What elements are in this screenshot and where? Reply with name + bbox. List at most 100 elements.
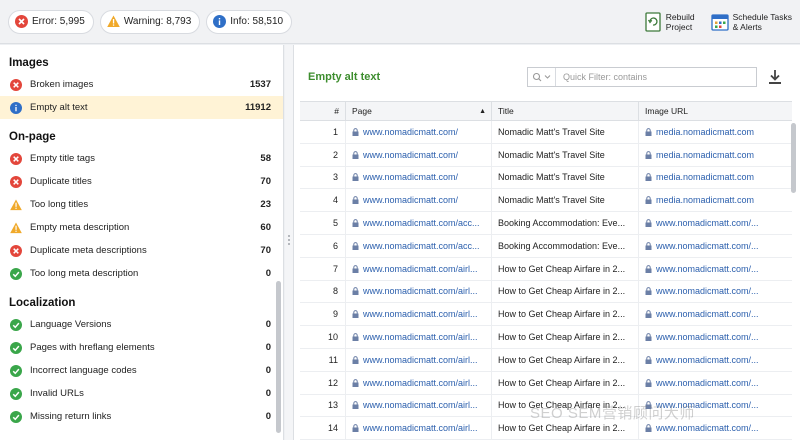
table-row[interactable]: 9 www.nomadicmatt.com/airl... How to Get C… <box>300 303 792 327</box>
image-url-text: media.nomadicmatt.com <box>656 172 755 183</box>
page-url-link[interactable]: www.nomadicmatt.com/ <box>346 189 492 212</box>
table-row[interactable]: 4 www.nomadicmatt.com/Nomadic Matt's Trav… <box>300 189 792 213</box>
page-url-link[interactable]: www.nomadicmatt.com/ <box>346 166 492 189</box>
table-row[interactable]: 7 www.nomadicmatt.com/airl... How to Get C… <box>300 257 792 281</box>
page-url-link[interactable]: www.nomadicmatt.com/ <box>346 143 492 166</box>
image-url-link[interactable]: www.nomadicmatt.com/... <box>639 349 792 371</box>
page-url-text: www.nomadicmatt.com/airl... <box>363 263 478 274</box>
page-url-link[interactable]: www.nomadicmatt.com/airl... <box>346 417 492 440</box>
table-scrollbar[interactable] <box>791 123 796 193</box>
table-header: # Page ▲ Title Image URL <box>300 101 792 121</box>
filter-search-icon[interactable] <box>528 68 556 86</box>
image-url-link[interactable]: media.nomadicmatt.com <box>639 189 792 211</box>
page-url-link[interactable]: www.nomadicmatt.com/airl... <box>346 280 492 303</box>
table-row[interactable]: 6 www.nomadicmatt.com/acc... Booking Accom… <box>300 234 792 258</box>
image-url-link[interactable]: www.nomadicmatt.com/... <box>639 235 792 257</box>
row-number: 13 <box>300 394 346 417</box>
sidebar-scrollbar[interactable] <box>276 281 281 433</box>
image-url-link[interactable]: www.nomadicmatt.com/... <box>639 372 792 394</box>
image-url-text: www.nomadicmatt.com/... <box>656 309 759 320</box>
page-url-link[interactable]: www.nomadicmatt.com/ <box>346 121 492 143</box>
page-url-link[interactable]: www.nomadicmatt.com/airl... <box>346 348 492 371</box>
sidebar-item-label: Duplicate titles <box>30 176 92 187</box>
quick-filter-input[interactable]: Quick Filter: contains <box>527 67 757 87</box>
ok-icon <box>10 318 22 331</box>
sidebar-item-count: 0 <box>265 365 271 376</box>
table-row[interactable]: 10 www.nomadicmatt.com/airl... How to Get … <box>300 326 792 349</box>
download-icon[interactable] <box>768 69 782 85</box>
sidebar-issue-item[interactable]: Language Versions 0 <box>0 313 283 336</box>
sidebar-issue-item[interactable]: Empty meta description 60 <box>0 216 283 239</box>
lock-icon <box>352 264 359 273</box>
image-url-text: www.nomadicmatt.com/... <box>656 263 759 274</box>
warning-icon <box>10 198 22 211</box>
page-url-link[interactable]: www.nomadicmatt.com/airl... <box>346 303 492 326</box>
page-url-link[interactable]: www.nomadicmatt.com/airl... <box>346 371 492 394</box>
rebuild-project-button[interactable]: Rebuild Project <box>644 12 695 32</box>
error-icon <box>10 175 22 188</box>
column-header-title[interactable]: Title <box>492 102 639 120</box>
sidebar-issue-item[interactable]: Duplicate meta descriptions 70 <box>0 239 283 262</box>
panel-splitter[interactable] <box>285 45 293 440</box>
row-number: 1 <box>300 121 346 143</box>
row-number: 3 <box>300 166 346 189</box>
column-header-num[interactable]: # <box>300 102 346 120</box>
image-url-link[interactable]: media.nomadicmatt.com <box>639 121 792 143</box>
sidebar-issue-item[interactable]: Broken images 1537 <box>0 73 283 96</box>
image-url-link[interactable]: www.nomadicmatt.com/... <box>639 212 792 234</box>
table-row[interactable]: 8 www.nomadicmatt.com/airl... How to Get C… <box>300 280 792 304</box>
page-title-text: Nomadic Matt's Travel Site <box>498 172 605 183</box>
table-row[interactable]: 1 www.nomadicmatt.com/Nomadic Matt's Trav… <box>300 121 792 144</box>
page-url-text: www.nomadicmatt.com/ <box>363 172 459 183</box>
image-url-link[interactable]: media.nomadicmatt.com <box>639 144 792 166</box>
sidebar-item-count: 0 <box>265 319 271 330</box>
sidebar-issue-item[interactable]: Empty alt text 11912 <box>0 96 283 119</box>
column-header-image-url[interactable]: Image URL <box>639 102 792 120</box>
schedule-tasks-button[interactable]: Schedule Tasks & Alerts <box>710 12 792 32</box>
image-url-link[interactable]: media.nomadicmatt.com <box>639 167 792 189</box>
top-toolbar: Error: 5,995 Warning: 8,793 Info: 58,510… <box>0 0 800 44</box>
sidebar-issue-item[interactable]: Too long meta description 0 <box>0 262 283 285</box>
column-header-page[interactable]: Page ▲ <box>346 102 492 120</box>
lock-icon <box>645 128 652 136</box>
sidebar-issue-item[interactable]: Pages with hreflang elements 0 <box>0 336 283 359</box>
image-url-link[interactable]: www.nomadicmatt.com/... <box>639 258 792 280</box>
table-row[interactable]: 2 www.nomadicmatt.com/Nomadic Matt's Trav… <box>300 143 792 167</box>
sidebar-issue-item[interactable]: Incorrect language codes 0 <box>0 359 283 382</box>
image-url-text: www.nomadicmatt.com/... <box>656 354 759 365</box>
warning-icon <box>10 221 22 234</box>
error-icon <box>10 152 22 165</box>
sidebar-issue-item[interactable]: Empty title tags 58 <box>0 147 283 170</box>
row-number: 5 <box>300 212 346 234</box>
page-url-link[interactable]: www.nomadicmatt.com/acc... <box>346 234 492 257</box>
page-url-link[interactable]: www.nomadicmatt.com/airl... <box>346 257 492 280</box>
page-url-link[interactable]: www.nomadicmatt.com/airl... <box>346 394 492 417</box>
table-row[interactable]: 12 www.nomadicmatt.com/airl... How to Get … <box>300 371 792 395</box>
page-url-link[interactable]: www.nomadicmatt.com/acc... <box>346 212 492 234</box>
row-number: 11 <box>300 348 346 371</box>
table-row[interactable]: 11 www.nomadicmatt.com/airl... How to Get … <box>300 348 792 372</box>
warning-count-pill[interactable]: Warning: 8,793 <box>99 9 201 34</box>
sidebar-issue-item[interactable]: Duplicate titles 70 <box>0 170 283 193</box>
page-url-link[interactable]: www.nomadicmatt.com/airl... <box>346 326 492 348</box>
sidebar-issue-item[interactable]: Missing return links 0 <box>0 405 283 428</box>
image-url-text: www.nomadicmatt.com/... <box>656 377 759 388</box>
section-title: On-page <box>9 131 56 143</box>
image-url-link[interactable]: www.nomadicmatt.com/... <box>639 281 792 303</box>
sidebar-item-label: Empty alt text <box>30 102 88 113</box>
image-url-link[interactable]: www.nomadicmatt.com/... <box>639 326 792 348</box>
sidebar-item-label: Pages with hreflang elements <box>30 342 155 353</box>
page-title-cell: Nomadic Matt's Travel Site <box>492 166 639 189</box>
info-count-pill[interactable]: Info: 58,510 <box>206 9 293 34</box>
row-number: 6 <box>300 234 346 257</box>
page-url-text: www.nomadicmatt.com/acc... <box>363 240 480 251</box>
image-url-link[interactable]: www.nomadicmatt.com/... <box>639 303 792 325</box>
sidebar-item-label: Duplicate meta descriptions <box>30 245 147 256</box>
table-row[interactable]: 3 www.nomadicmatt.com/Nomadic Matt's Trav… <box>300 166 792 190</box>
sidebar-issue-item[interactable]: Too long titles 23 <box>0 193 283 216</box>
image-url-text: www.nomadicmatt.com/... <box>656 286 759 297</box>
error-count-pill[interactable]: Error: 5,995 <box>8 9 94 34</box>
table-row[interactable]: 5 www.nomadicmatt.com/acc... Booking Accom… <box>300 212 792 235</box>
sidebar-issue-item[interactable]: Invalid URLs 0 <box>0 382 283 405</box>
info-icon <box>10 101 22 114</box>
